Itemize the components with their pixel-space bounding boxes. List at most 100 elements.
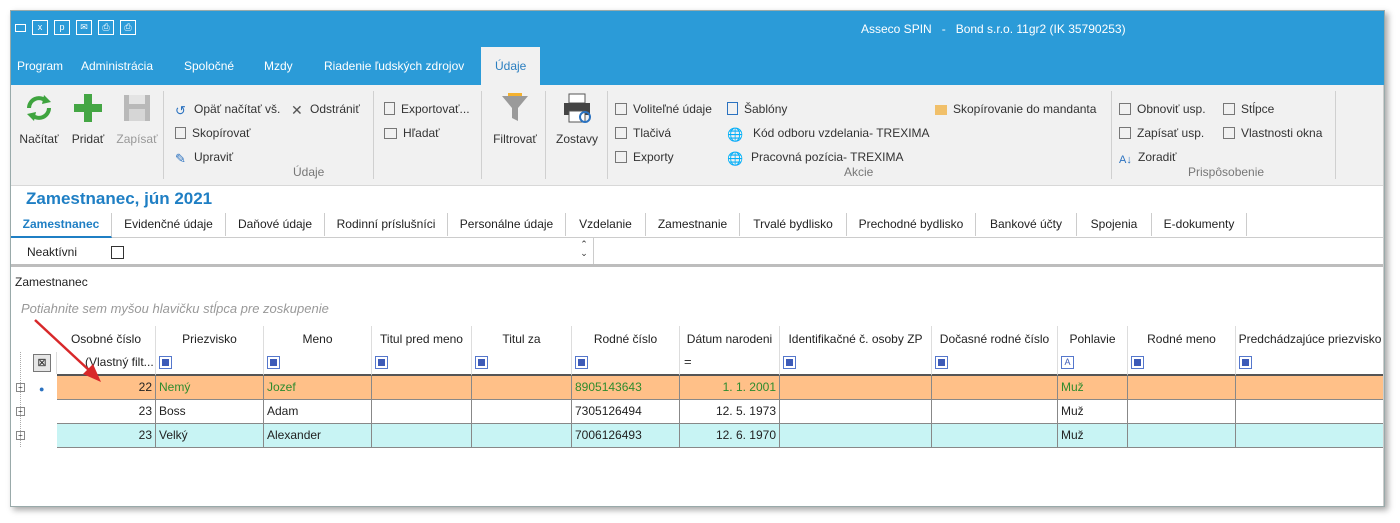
col-rodne-meno[interactable]: Rodné meno xyxy=(1128,326,1236,352)
filter-rodne-meno[interactable] xyxy=(1128,352,1236,376)
tab-evidencne-udaje[interactable]: Evidenčné údaje xyxy=(112,213,226,236)
tab-danove-udaje[interactable]: Daňové údaje xyxy=(226,213,325,236)
menu-spolocne[interactable]: Spoločné xyxy=(184,59,234,73)
col-docasne-rodne-cislo[interactable]: Dočasné rodné číslo xyxy=(932,326,1058,352)
equals-operator-icon[interactable]: = xyxy=(684,354,692,369)
hladat-button[interactable]: Hľadať xyxy=(384,126,440,140)
cell-titul-pred xyxy=(372,376,472,399)
opat-nacitat-button[interactable]: ↺ Opäť načítať vš. xyxy=(175,102,280,117)
tab-zamestnanie[interactable]: Zamestnanie xyxy=(646,213,740,236)
print-icon[interactable]: ⎙ xyxy=(98,20,114,35)
tab-zamestnanec[interactable]: Zamestnanec xyxy=(11,213,112,238)
table-row[interactable]: 22 Nemý Jozef 8905143643 1. 1. 2001 Muž xyxy=(57,376,1384,400)
col-pohlavie[interactable]: Pohlavie xyxy=(1058,326,1128,352)
panel-divider[interactable] xyxy=(11,264,1384,267)
sablony-button[interactable]: Šablóny xyxy=(727,102,787,116)
filtrovat-button[interactable]: Filtrovať xyxy=(489,91,541,146)
cell-datum-narodenia: 1. 1. 2001 xyxy=(680,376,780,399)
stlpce-button[interactable]: Stĺpce xyxy=(1223,102,1274,116)
table-row[interactable]: 23 Boss Adam 7305126494 12. 5. 1973 Muž xyxy=(57,400,1384,424)
export-icon xyxy=(384,102,395,115)
skopirovat-button[interactable]: Skopírovať xyxy=(175,126,251,140)
volitelne-udaje-button[interactable]: Voliteľné údaje xyxy=(615,102,712,116)
filter-meno[interactable] xyxy=(264,352,372,376)
kod-odboru-button[interactable]: 🌐 Kód odboru vzdelania- TREXIMA xyxy=(727,126,930,141)
tab-rodinni-prislusnici[interactable]: Rodinní príslušníci xyxy=(325,213,448,236)
cell-docasne-rodne-cislo xyxy=(932,376,1058,399)
kod-odboru-label: Kód odboru vzdelania- TREXIMA xyxy=(753,126,930,140)
tab-trvale-bydlisko[interactable]: Trvalé bydlisko xyxy=(740,213,847,236)
excel-icon[interactable]: x xyxy=(32,20,48,35)
obnovit-usp-button[interactable]: Obnoviť usp. xyxy=(1119,102,1206,116)
filter-pohlavie[interactable]: A xyxy=(1058,352,1128,376)
tab-spojenia[interactable]: Spojenia xyxy=(1077,213,1152,236)
filter-operator-icon[interactable] xyxy=(1131,356,1144,369)
menu-udaje[interactable]: Údaje xyxy=(481,47,541,85)
upravit-button[interactable]: ✎ Upraviť xyxy=(175,150,233,165)
tab-vzdelanie[interactable]: Vzdelanie xyxy=(566,213,646,236)
filter-operator-icon[interactable] xyxy=(375,356,388,369)
neaktivni-checkbox[interactable] xyxy=(111,246,124,259)
print-preview-icon[interactable]: ⎙ xyxy=(120,20,136,35)
tlaciva-label: Tlačivá xyxy=(633,126,672,140)
exportovat-button[interactable]: Exportovať... xyxy=(384,102,470,116)
plus-icon xyxy=(74,94,102,122)
grid-save-icon xyxy=(1119,127,1131,139)
filter-predchadzajuce[interactable] xyxy=(1236,352,1384,376)
pracovna-pozicia-button[interactable]: 🌐 Pracovná pozícia- TREXIMA xyxy=(727,150,904,165)
edit-icon: ✎ xyxy=(175,151,186,166)
minimize-icon[interactable] xyxy=(15,24,26,32)
filter-titul-za[interactable] xyxy=(472,352,572,376)
filter-operator-icon[interactable] xyxy=(267,356,280,369)
zapisat-usp-button[interactable]: Zapísať usp. xyxy=(1119,126,1204,140)
vlastnosti-okna-button[interactable]: Vlastnosti okna xyxy=(1223,126,1322,140)
exporty-button[interactable]: Exporty xyxy=(615,150,674,164)
filter-operator-icon[interactable] xyxy=(935,356,948,369)
mail-icon[interactable]: ✉ xyxy=(76,20,92,35)
splitter xyxy=(593,238,594,264)
col-predchadzajuce-priezvisko[interactable]: Predchádzajúce priezvisko xyxy=(1236,326,1384,352)
col-rodne-cislo[interactable]: Rodné číslo xyxy=(572,326,680,352)
zoradit-button[interactable]: A↓ Zoradiť xyxy=(1119,150,1177,167)
pdf-icon[interactable]: p xyxy=(54,20,70,35)
form-icon xyxy=(615,127,627,139)
ribbon: Načítať Pridať Zapísať ↺ Opäť načítať vš.… xyxy=(11,85,1384,186)
template-icon xyxy=(727,102,738,115)
col-datum-narodenia[interactable]: Dátum narodeni xyxy=(680,326,780,352)
filter-priezvisko[interactable] xyxy=(156,352,264,376)
tlaciva-button[interactable]: Tlačivá xyxy=(615,126,671,140)
col-titul-pred[interactable]: Titul pred meno xyxy=(372,326,472,352)
filter-docasne-rodne-cislo[interactable] xyxy=(932,352,1058,376)
tab-prechodne-bydlisko[interactable]: Prechodné bydlisko xyxy=(847,213,976,236)
col-priezvisko[interactable]: Priezvisko xyxy=(156,326,264,352)
tab-e-dokumenty[interactable]: E-dokumenty xyxy=(1152,213,1247,236)
save-icon xyxy=(124,95,150,121)
filter-titul-pred[interactable] xyxy=(372,352,472,376)
odstranit-button[interactable]: ✕ Odstrániť xyxy=(291,102,360,117)
filter-operator-icon[interactable] xyxy=(783,356,796,369)
table-row[interactable]: 23 Velký Alexander 7006126493 12. 6. 197… xyxy=(57,424,1384,448)
filter-operator-icon[interactable] xyxy=(575,356,588,369)
filter-identifikacne-cislo[interactable] xyxy=(780,352,932,376)
col-meno[interactable]: Meno xyxy=(264,326,372,352)
text-operator-icon[interactable]: A xyxy=(1061,356,1074,369)
tab-bankove-ucty[interactable]: Bankové účty xyxy=(976,213,1077,236)
panel-collapse-toggle[interactable]: ⌃ ⌄ xyxy=(579,240,589,260)
filter-operator-icon[interactable] xyxy=(159,356,172,369)
zostavy-button[interactable]: Zostavy xyxy=(553,91,601,146)
filter-operator-icon[interactable] xyxy=(475,356,488,369)
zapisat-button[interactable]: Zapísať xyxy=(115,91,159,146)
menu-mzdy[interactable]: Mzdy xyxy=(264,59,293,73)
pridat-button[interactable]: Pridať xyxy=(67,91,109,146)
menu-riadenie[interactable]: Riadenie ľudských zdrojov xyxy=(324,59,464,73)
filter-operator-icon[interactable] xyxy=(1239,356,1252,369)
tab-personalne-udaje[interactable]: Personálne údaje xyxy=(448,213,566,236)
filter-datum-narodenia[interactable]: = xyxy=(680,352,780,376)
filter-rodne-cislo[interactable] xyxy=(572,352,680,376)
nacitat-button[interactable]: Načítať xyxy=(17,91,61,146)
menu-program[interactable]: Program xyxy=(17,59,63,73)
skopirovanie-button[interactable]: Skopírovanie do mandanta xyxy=(935,102,1096,116)
col-identifikacne-cislo-zp[interactable]: Identifikačné č. osoby ZP xyxy=(780,326,932,352)
col-titul-za[interactable]: Titul za xyxy=(472,326,572,352)
menu-administracia[interactable]: Administrácia xyxy=(81,59,153,73)
